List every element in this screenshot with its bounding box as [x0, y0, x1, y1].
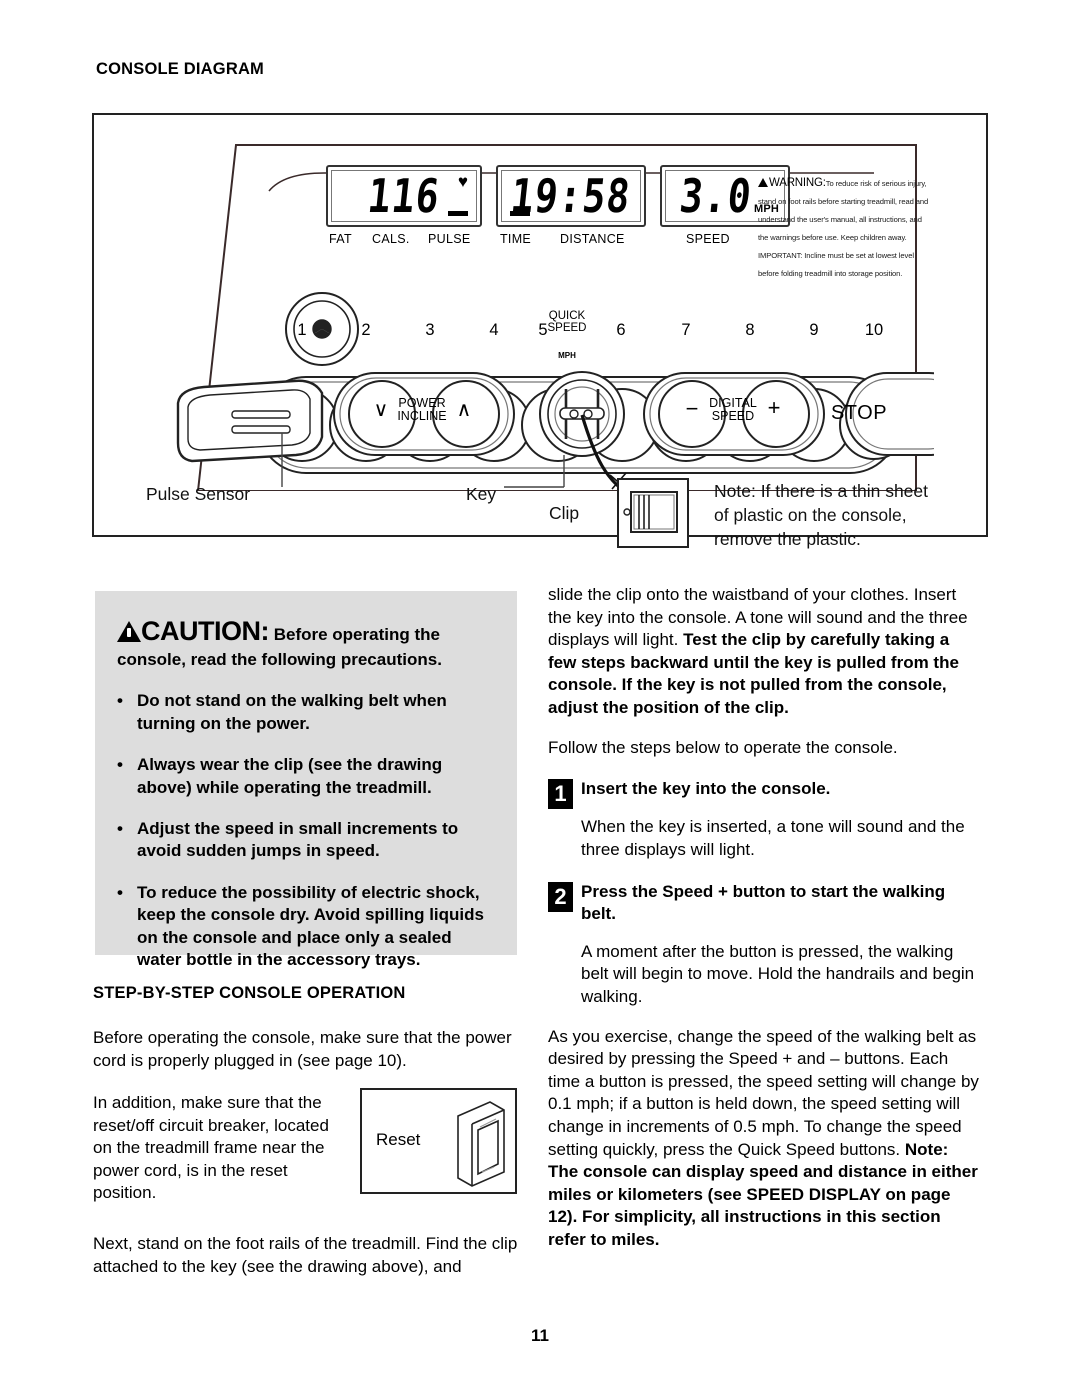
- left-column-narrow: In addition, make sure that the reset/of…: [93, 1092, 345, 1205]
- step-1-body: When the key is inserted, a tone will so…: [581, 817, 965, 859]
- caution-word: CAUTION:: [141, 616, 269, 646]
- step-1: 1 Insert the key into the console. When …: [548, 778, 980, 861]
- left-column: Before operating the console, make sure …: [93, 1027, 521, 1072]
- right-intro-paragraph: slide the clip onto the waistband of you…: [548, 584, 980, 720]
- callout-note-line2: of plastic on the console,: [714, 505, 907, 525]
- left-paragraph-1: Before operating the console, make sure …: [93, 1028, 512, 1070]
- callout-pulse-sensor: Pulse Sensor: [146, 484, 251, 504]
- clip-figure: [617, 478, 689, 548]
- console-diagram-figure: 116 ♥ FAT CALS. PULSE 19:58 TIME DISTANC…: [92, 113, 988, 549]
- caution-triangle-icon: [117, 621, 141, 642]
- caution-heading: CAUTION: Before operating the console, r…: [117, 614, 497, 671]
- right-speed-paragraph: As you exercise, change the speed of the…: [548, 1026, 980, 1252]
- reset-figure-label: Reset: [376, 1130, 421, 1149]
- console-diagram-heading: CONSOLE DIAGRAM: [96, 60, 264, 78]
- step-by-step-heading: STEP-BY-STEP CONSOLE OPERATION: [93, 984, 406, 1002]
- left-paragraph-2: In addition, make sure that the reset/of…: [93, 1093, 329, 1203]
- step-1-number: 1: [548, 779, 573, 810]
- reset-breaker-figure: Reset: [360, 1088, 517, 1194]
- left-paragraph-3: Next, stand on the foot rails of the tre…: [93, 1234, 518, 1276]
- left-column-bottom: Next, stand on the foot rails of the tre…: [93, 1233, 521, 1278]
- callout-note-line3: remove the plastic.: [714, 529, 861, 549]
- caution-box: CAUTION: Before operating the console, r…: [95, 591, 517, 969]
- step-2: 2 Press the Speed + button to start the …: [548, 881, 980, 1009]
- page-number: 11: [531, 1326, 549, 1345]
- caution-bullet: Always wear the clip (see the drawing ab…: [117, 754, 497, 799]
- caution-bullet-list: Do not stand on the walking belt when tu…: [117, 690, 497, 971]
- step-1-title: Insert the key into the console.: [581, 779, 831, 799]
- callout-note-line1: Note: If there is a thin sheet: [714, 481, 929, 501]
- right-follow-paragraph: Follow the steps below to operate the co…: [548, 737, 898, 757]
- manual-page: CONSOLE DIAGRAM 116 ♥ FAT CALS. PULSE 19…: [0, 0, 1080, 1397]
- callout-key: Key: [466, 484, 497, 504]
- right-column: slide the clip onto the waistband of you…: [548, 584, 980, 1252]
- step-2-body: A moment after the button is pressed, th…: [581, 941, 975, 1006]
- caution-bullet: Adjust the speed in small increments to …: [117, 818, 497, 863]
- caution-bullet: To reduce the possibility of electric sh…: [117, 882, 497, 972]
- caution-bullet: Do not stand on the walking belt when tu…: [117, 690, 497, 735]
- step-2-number: 2: [548, 881, 573, 912]
- step-2-title: Press the Speed + button to start the wa…: [581, 881, 946, 923]
- callout-clip: Clip: [549, 503, 580, 523]
